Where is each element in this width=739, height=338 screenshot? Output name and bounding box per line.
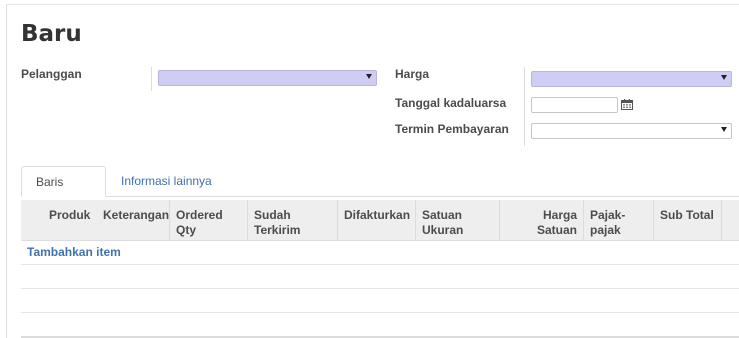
chevron-down-icon <box>721 127 727 132</box>
table-header: Produk Keterangan Ordered Qty Sudah Terk… <box>21 200 739 241</box>
customer-label: Pelanggan <box>21 67 82 81</box>
pricelist-select[interactable] <box>531 71 732 87</box>
field-separator <box>151 67 152 91</box>
column-header-unit-of-measure[interactable]: Satuan Ukuran <box>415 200 499 240</box>
customer-select[interactable] <box>158 70 377 86</box>
table-row <box>21 289 739 313</box>
expiry-date-label: Tanggal kadaluarsa <box>395 96 507 110</box>
column-header-taxes[interactable]: Pajak-pajak <box>583 200 653 240</box>
tab-order-lines[interactable]: Baris Order <box>21 166 106 219</box>
column-header-handle <box>21 200 43 240</box>
payment-terms-select[interactable] <box>531 123 732 139</box>
table-row: Tambahkan item <box>21 241 739 265</box>
chevron-down-icon <box>721 75 727 80</box>
column-header-ordered-qty[interactable]: Ordered Qty <box>169 200 247 240</box>
expiry-date-input[interactable] <box>531 97 618 113</box>
chevron-down-icon <box>366 74 372 79</box>
column-header-description[interactable]: Keterangan <box>97 200 169 240</box>
add-item-link[interactable]: Tambahkan item <box>27 245 121 259</box>
notebook-tabs: Baris Order Informasi lainnya <box>21 166 739 219</box>
column-header-invoiced[interactable]: Difakturkan <box>337 200 415 240</box>
page-title: Baru <box>21 21 82 47</box>
calendar-icon[interactable] <box>621 99 633 110</box>
column-header-unit-price[interactable]: Harga Satuan <box>499 200 583 240</box>
column-header-delivered[interactable]: Sudah Terkirim <box>247 200 337 240</box>
column-header-trash <box>721 200 739 240</box>
table-row <box>21 265 739 289</box>
table-row <box>21 313 739 337</box>
payment-terms-label: Termin Pembayaran <box>395 122 509 136</box>
order-lines-table: Produk Keterangan Ordered Qty Sudah Terk… <box>21 200 739 337</box>
column-header-subtotal[interactable]: Sub Total <box>653 200 721 240</box>
field-separator <box>524 67 525 146</box>
tab-other-info[interactable]: Informasi lainnya <box>107 166 226 196</box>
column-header-product[interactable]: Produk <box>43 200 97 240</box>
form-sheet: Baru Pelanggan Harga Tanggal kadaluarsa … <box>6 4 739 338</box>
pricelist-label: Harga <box>395 67 430 81</box>
